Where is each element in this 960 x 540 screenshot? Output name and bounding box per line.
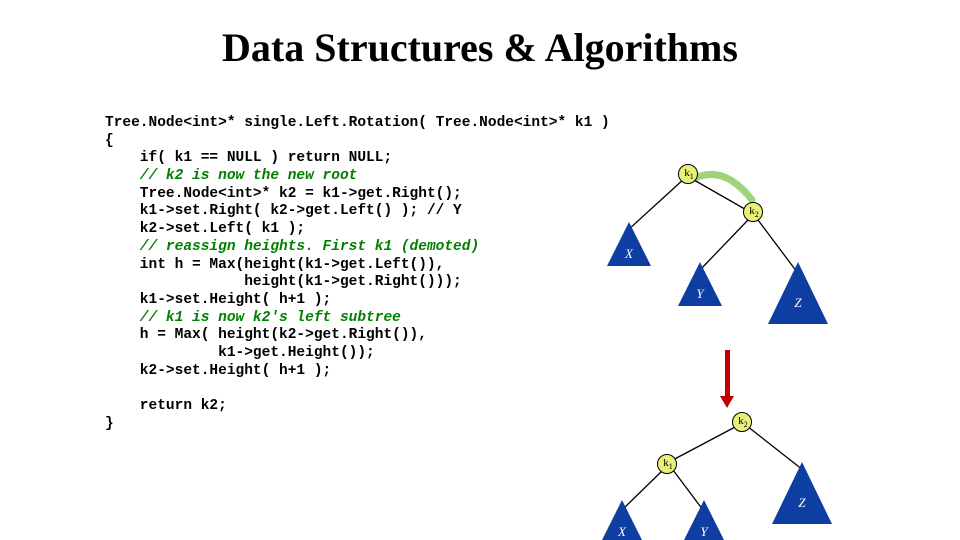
- triangle-label-x: X: [613, 524, 631, 540]
- arrow-down-icon: [720, 350, 734, 410]
- triangle-label-z: Z: [788, 295, 808, 311]
- diagram-before: k1 k2 X Y Z: [590, 150, 850, 350]
- code-line: if( k1 == NULL ) return NULL;: [105, 150, 392, 166]
- code-line: Tree.Node<int>* single.Left.Rotation( Tr…: [105, 115, 610, 131]
- triangle-z: [768, 262, 828, 324]
- triangle-label-y: Y: [691, 286, 709, 302]
- triangle-label-y: Y: [695, 524, 713, 540]
- code-line: k1->set.Height( h+1 );: [105, 292, 331, 308]
- code-line: height(k1->get.Right()));: [105, 274, 462, 290]
- node-label-k2: k2: [736, 416, 750, 429]
- triangle-label-x: X: [620, 246, 638, 262]
- code-line: k2->set.Left( k1 );: [105, 221, 305, 237]
- code-line: int h = Max(height(k1->get.Left()),: [105, 257, 444, 273]
- code-line: return k2;: [105, 398, 227, 414]
- code-line: k1->set.Right( k2->get.Left() ); // Y: [105, 203, 462, 219]
- code-line: h = Max( height(k2->get.Right()),: [105, 327, 427, 343]
- diagram-after: k2 k1 X Y Z: [590, 410, 850, 540]
- node-label-k2: k2: [747, 206, 761, 219]
- triangle-z: [772, 462, 832, 524]
- code-comment: // k1 is now k2's left subtree: [105, 310, 401, 326]
- code-line: {: [105, 133, 114, 149]
- code-line: k1->get.Height());: [105, 345, 375, 361]
- node-label-k1: k1: [661, 458, 675, 471]
- code-comment: // k2 is now the new root: [105, 168, 357, 184]
- slide: Data Structures & Algorithms Tree.Node<i…: [0, 0, 960, 540]
- code-block: Tree.Node<int>* single.Left.Rotation( Tr…: [105, 115, 610, 433]
- code-line: Tree.Node<int>* k2 = k1->get.Right();: [105, 186, 462, 202]
- node-label-k1: k1: [682, 168, 696, 181]
- code-comment: // reassign heights. First k1 (demoted): [105, 239, 479, 255]
- code-line: k2->set.Height( h+1 );: [105, 363, 331, 379]
- page-title: Data Structures & Algorithms: [0, 24, 960, 71]
- triangle-label-z: Z: [792, 495, 812, 511]
- code-line: }: [105, 416, 114, 432]
